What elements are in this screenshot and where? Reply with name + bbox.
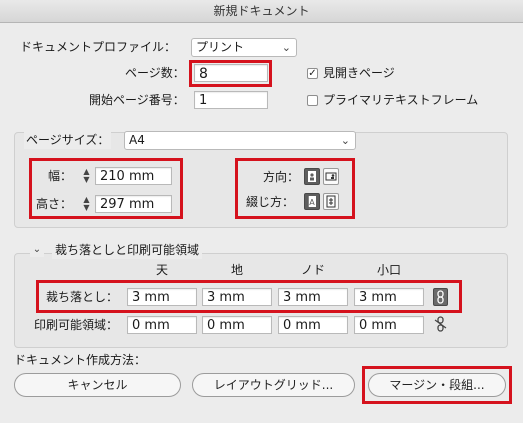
start-page-label: 開始ページ番号：	[89, 93, 185, 107]
bleed-top-input[interactable]: 3 mm	[127, 288, 197, 306]
pages-input[interactable]: 8	[194, 64, 268, 82]
disclosure-chevron-icon[interactable]: ⌄	[30, 243, 44, 257]
broken-chain-link-icon[interactable]	[433, 315, 448, 333]
window-title: 新規ドキュメント	[213, 4, 310, 18]
width-label: 幅：	[48, 169, 73, 183]
landscape-orientation-icon[interactable]	[323, 168, 339, 185]
facing-pages-label: 見開きページ	[323, 66, 395, 80]
width-input[interactable]: 210 mm	[95, 167, 172, 185]
width-stepper-icon[interactable]: ▲ ▼	[80, 167, 93, 185]
page-size-label: ページサイズ：	[24, 131, 112, 149]
column-header-outside: 小口	[376, 263, 401, 277]
page-size-select[interactable]: A4 ⌄	[124, 131, 356, 150]
slug-top-input[interactable]: 0 mm	[127, 316, 197, 334]
start-page-input[interactable]: 1	[194, 91, 268, 109]
chevron-down-icon: ⌄	[340, 134, 350, 147]
primary-text-frame-label: プライマリテキストフレーム	[323, 93, 479, 107]
bleed-slug-title: 裁ち落としと印刷可能領域	[52, 241, 203, 259]
create-method-label: ドキュメント作成方法：	[14, 353, 147, 367]
slug-inside-input[interactable]: 0 mm	[278, 316, 348, 334]
binding-label: 綴じ方：	[246, 195, 295, 209]
column-header-bottom: 地	[230, 263, 243, 277]
page-size-value: A4	[129, 133, 145, 147]
height-label: 高さ：	[36, 197, 73, 211]
right-to-left-binding-icon[interactable]	[323, 193, 339, 210]
column-header-inside: ノド	[300, 263, 325, 277]
document-profile-value: プリント	[196, 40, 245, 54]
orientation-label: 方向：	[263, 170, 300, 184]
slug-outside-input[interactable]: 0 mm	[354, 316, 424, 334]
chevron-down-icon: ⌄	[281, 41, 291, 54]
primary-text-frame-checkbox[interactable]	[307, 95, 318, 106]
slug-bottom-input[interactable]: 0 mm	[202, 316, 272, 334]
portrait-orientation-icon[interactable]	[304, 168, 320, 185]
document-profile-label: ドキュメントプロファイル：	[20, 40, 177, 54]
pages-label: ページ数：	[125, 66, 185, 80]
facing-pages-checkbox[interactable]: ✓	[307, 68, 318, 79]
column-header-top: 天	[155, 263, 168, 277]
bleed-bottom-input[interactable]: 3 mm	[202, 288, 272, 306]
document-profile-select[interactable]: プリント ⌄	[191, 38, 297, 57]
height-stepper-icon[interactable]: ▲ ▼	[80, 195, 93, 213]
layout-grid-button[interactable]: レイアウトグリッド...	[192, 373, 355, 397]
chain-link-icon[interactable]	[433, 288, 448, 306]
cancel-button[interactable]: キャンセル	[14, 373, 181, 397]
svg-text:A: A	[309, 198, 315, 207]
bleed-label: 裁ち落とし：	[46, 290, 119, 304]
bleed-outside-input[interactable]: 3 mm	[354, 288, 424, 306]
height-input[interactable]: 297 mm	[95, 195, 172, 213]
window-title-bar: 新規ドキュメント	[0, 0, 523, 23]
margins-columns-button[interactable]: マージン・段組...	[368, 373, 506, 397]
slug-label: 印刷可能領域：	[34, 318, 119, 332]
left-to-right-binding-icon[interactable]: A	[304, 193, 320, 210]
bleed-inside-input[interactable]: 3 mm	[278, 288, 348, 306]
